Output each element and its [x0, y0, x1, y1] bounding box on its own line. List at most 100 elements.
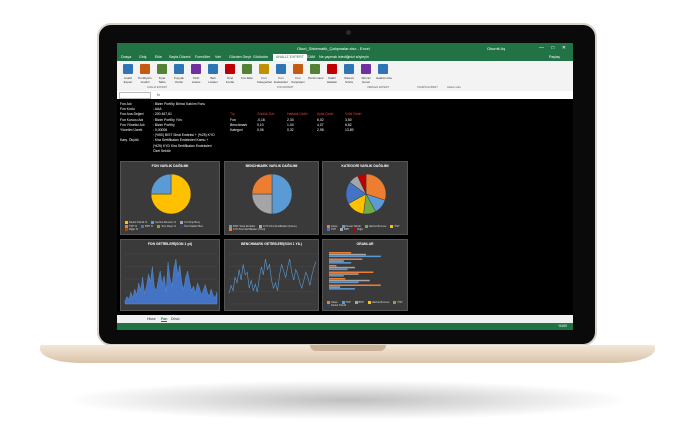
sheet-tab-doviz[interactable]: Döviz	[171, 317, 180, 321]
forecast-icon[interactable]	[361, 64, 371, 74]
index-icon[interactable]	[276, 64, 286, 74]
benchmark-getiri-chart	[228, 253, 317, 305]
tab-dosya[interactable]: Dosya	[121, 55, 131, 59]
ribbon-button-label[interactable]: Tarih Listesi	[189, 76, 203, 84]
ribbon-button-label[interactable]: Fiyat Tablo	[155, 76, 169, 84]
user-name[interactable]: Okumit Aş	[487, 46, 505, 51]
kategori-varlik-legend: Hisse Devlet Tahvili Hazine Bonosu ÖSTTPP BP…	[327, 224, 407, 231]
kategori-varlik-title: KATEGORİ VARLIK DAĞILIMI	[341, 164, 389, 168]
returns-cell: Kategori	[230, 128, 243, 133]
ribbon-button-label[interactable]: Sistemi Sıfırla	[342, 76, 356, 84]
legend-label: ÖST	[397, 300, 403, 304]
reset-icon[interactable]	[344, 64, 354, 74]
copy-icon[interactable]	[174, 64, 184, 74]
ribbon-button-label[interactable]: Portföyüm Analizi	[138, 76, 152, 84]
ribbon-button-label[interactable]: Beli Listeler	[206, 76, 220, 84]
ribbon-button-label[interactable]: Fon Ekle	[240, 76, 254, 80]
tell-me-box[interactable]: Ne yapmak istediğinizi söyleyin	[319, 55, 369, 59]
returns-cell: Benchmark	[230, 123, 248, 128]
legend-label: BPP %	[145, 224, 154, 228]
tab-formuller[interactable]: Formüller	[195, 55, 210, 59]
tab-analiz-expert[interactable]: ANALİZ EXPERT	[273, 54, 307, 61]
ribbon-button-label[interactable]: Hakkımızda	[376, 76, 392, 80]
ribbon-group-label: ANALİZ EXPERT	[147, 86, 168, 89]
legend-entry: BPP %	[141, 224, 154, 228]
error-icon[interactable]	[327, 64, 337, 74]
list-icon[interactable]	[208, 64, 218, 74]
ribbon-button-label[interactable]: Fon Karşılaştır	[291, 76, 305, 84]
returns-cell: 0,32	[287, 128, 294, 133]
ribbon-button-label[interactable]: Performans	[308, 76, 324, 80]
camera-icon	[346, 30, 351, 35]
legend-entry: Ters Repo %	[157, 224, 176, 228]
tab-team[interactable]: TEAM	[305, 55, 315, 59]
legend-label: Hazine Bonosu	[368, 224, 387, 228]
returns-cell: Fon	[230, 118, 236, 122]
ribbon-button-label[interactable]: Kaldır Hataları	[325, 76, 339, 84]
oranlar-bar	[329, 262, 352, 264]
status-bar: %100	[117, 323, 573, 330]
name-box[interactable]	[119, 92, 151, 99]
window-title: Okuri_Sistematik_Çalışmalar.xlsx - Excel	[297, 46, 370, 51]
tab-giris[interactable]: Giriş	[139, 55, 146, 59]
sheet-tab-fon[interactable]: Fon	[161, 317, 168, 322]
calendar-icon[interactable]	[191, 64, 201, 74]
benchmark-getiri-panel: BENCHMARK GETİRİLERİ(SON 1 YIL)	[224, 239, 319, 311]
oranlar-legend: Hisse TPP BPP Hazine Bonosu ÖSTDevlet Tahvil…	[327, 300, 407, 307]
fund-info-value: : AAA	[153, 107, 162, 112]
fund-info-value: : Bizim Portföy	[153, 122, 175, 127]
ribbon-button-label[interactable]: Analiz Expert	[121, 76, 135, 84]
legend-label: Özel Sektör Bon.	[184, 224, 204, 228]
share-button[interactable]: Paylaş	[549, 55, 560, 59]
returns-cell: 1,04	[287, 123, 294, 128]
fund-info-value: : Bizim Portföy Yön.	[153, 117, 183, 122]
legend-swatch	[367, 300, 371, 304]
tab-ekle[interactable]: Ekle	[155, 55, 162, 59]
oranlar-bar	[329, 273, 359, 275]
fx-icon[interactable]: fx	[157, 92, 160, 97]
folder-icon[interactable]	[259, 64, 269, 74]
oranlar-bar	[329, 258, 363, 260]
pie-icon[interactable]	[140, 64, 150, 74]
zoom-level[interactable]: %100	[558, 324, 567, 328]
tab-gorunum[interactable]: Görünüm	[253, 55, 268, 59]
tab-sayfa-duzeni[interactable]: Sayfa Düzeni	[169, 55, 190, 59]
ribbon-button-label[interactable]: Kopyalı Veriler	[172, 76, 186, 84]
returns-cell: 3,50	[345, 118, 352, 122]
oranlar-bar	[329, 286, 341, 288]
trend-icon[interactable]	[310, 64, 320, 74]
legend-swatch	[141, 224, 145, 228]
legend-label: KYD Kira Sertifikaları (Özel)	[233, 228, 266, 231]
info-icon[interactable]	[378, 64, 388, 74]
ribbon-button-label[interactable]: Fon Endeksleri	[274, 76, 288, 84]
oranlar-bar	[329, 278, 346, 280]
compare-icon[interactable]	[293, 64, 303, 74]
legend-label: KYD Kira Sertifikaları (Kamu)	[263, 224, 297, 228]
oranlar-bar	[329, 288, 355, 290]
window-controls[interactable]: — □ ✕	[539, 45, 569, 51]
oranlar-chart	[329, 252, 381, 290]
tab-veri[interactable]: Veri	[215, 55, 221, 59]
ribbon-button-label[interactable]: Fon Kategorileri	[257, 76, 272, 84]
legend-label: Diğer	[357, 228, 364, 231]
oranlar-bar	[329, 271, 374, 273]
oranlar-bar	[329, 253, 366, 256]
kategori-varlik-panel: KATEGORİ VARLIK DAĞILIMI Hisse Devlet Tah…	[322, 161, 408, 235]
returns-header: Haftalık Getiri	[287, 112, 308, 116]
ribbon-tabs: Dosya Giriş Ekle Sayfa Düzeni Formüller …	[117, 53, 573, 61]
oranlar-bar	[329, 260, 344, 262]
sheet-tab-hisse[interactable]: Hisse	[147, 317, 156, 321]
tab-gozden-gecir[interactable]: Gözden Geçir	[229, 55, 251, 59]
kategori-varlik-pie	[345, 173, 387, 215]
laptop-shadow	[60, 380, 635, 420]
table-icon[interactable]	[157, 64, 167, 74]
oranlar-bar	[329, 265, 337, 267]
ribbon-button-label[interactable]: Özel Fonlar	[223, 76, 237, 84]
plus-icon[interactable]	[242, 64, 252, 74]
oranlar-bar	[329, 255, 381, 258]
legend-label: BPP	[358, 300, 364, 304]
chart-icon[interactable]	[123, 64, 133, 74]
returns-header: Tip	[230, 112, 235, 116]
ribbon-button-label[interactable]: Tahmin Genel	[359, 76, 373, 84]
star-icon[interactable]	[225, 64, 235, 74]
